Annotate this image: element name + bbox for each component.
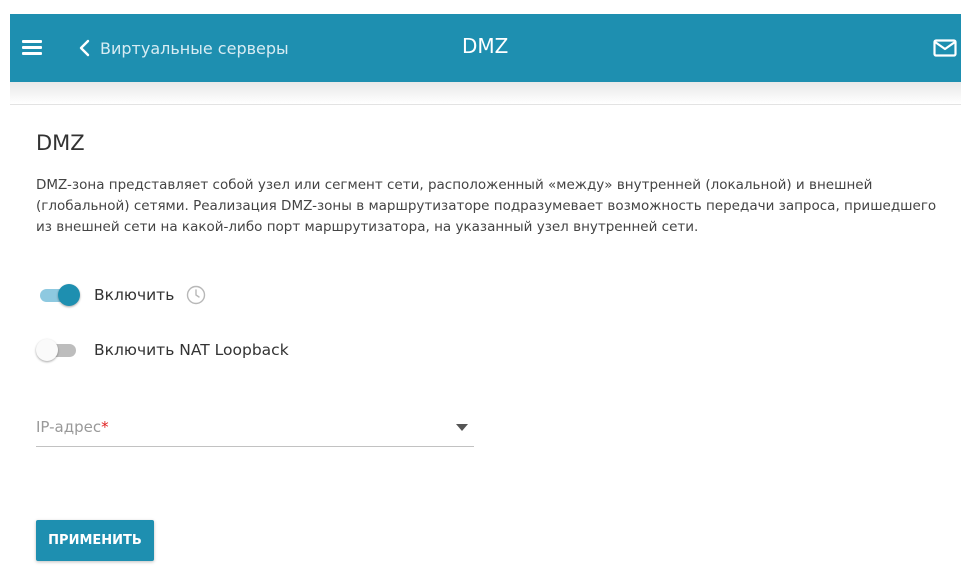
section-title: DMZ: [36, 131, 85, 155]
chevron-left-icon: [79, 39, 90, 57]
enable-toggle-knob: [58, 284, 80, 306]
nat-loopback-row: Включить NAT Loopback: [36, 338, 289, 362]
clock-icon[interactable]: [186, 285, 206, 305]
enable-label: Включить: [94, 286, 175, 304]
hamburger-menu-icon[interactable]: [22, 40, 42, 55]
ip-address-label: IP-адрес*: [36, 418, 109, 436]
mail-icon[interactable]: [933, 39, 957, 57]
page-title: DMZ: [462, 34, 509, 58]
enable-row: Включить: [36, 283, 206, 307]
back-to-virtual-servers-link[interactable]: Виртуальные серверы: [78, 35, 289, 61]
ip-address-select[interactable]: IP-адрес*: [36, 410, 474, 447]
section-description: DMZ-зона представляет собой узел или сег…: [36, 177, 937, 235]
nat-loopback-toggle[interactable]: [36, 338, 80, 362]
apply-button[interactable]: ПРИМЕНИТЬ: [36, 520, 154, 561]
back-link-label: Виртуальные серверы: [100, 38, 289, 58]
enable-toggle[interactable]: [36, 283, 80, 307]
nat-loopback-toggle-knob: [36, 339, 58, 361]
caret-down-icon: [456, 424, 468, 431]
nat-loopback-label: Включить NAT Loopback: [94, 341, 289, 359]
required-mark: *: [101, 418, 109, 436]
header-shadow: [10, 82, 961, 105]
top-header: Виртуальные серверы DMZ: [10, 14, 961, 82]
